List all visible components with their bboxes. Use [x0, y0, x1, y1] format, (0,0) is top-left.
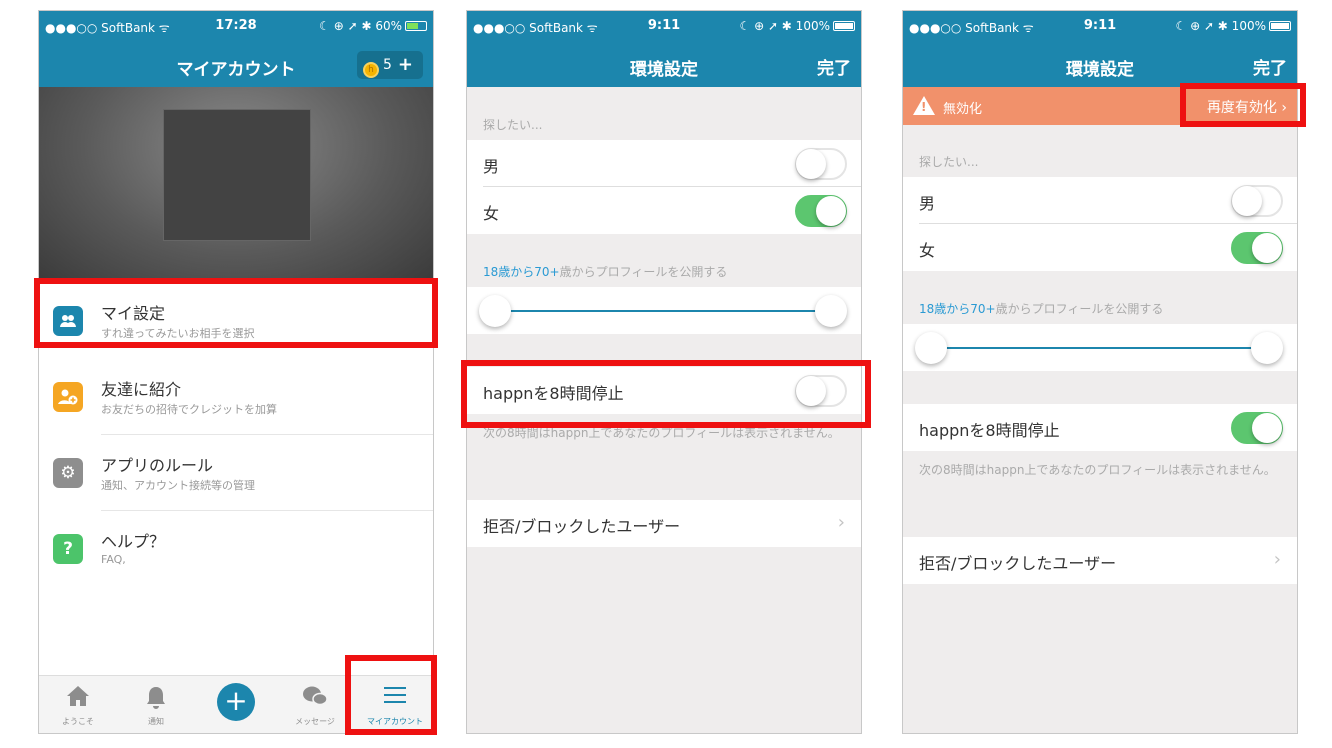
- done-button[interactable]: 完了: [817, 54, 851, 79]
- menu-subtitle: FAQ,: [101, 553, 126, 566]
- age-range-label: 18歳から70+歳からプロフィールを公開する: [483, 265, 728, 279]
- page-title: 環境設定: [1066, 60, 1134, 80]
- status-icons: ☾ ⊕ ➚ ✱ 100%: [740, 19, 855, 33]
- nav-bar: マイアカウント h 5 +: [39, 43, 433, 87]
- male-toggle[interactable]: [1231, 185, 1283, 217]
- menu-title: アプリのルール: [101, 456, 214, 475]
- profile-photo[interactable]: [39, 87, 433, 283]
- tab-notifications[interactable]: 通知: [119, 676, 193, 733]
- row-pause: happnを8時間停止: [903, 404, 1297, 451]
- tab-add[interactable]: +: [201, 676, 271, 733]
- tab-welcome[interactable]: ようこそ: [43, 676, 113, 733]
- seeking-label: 探したい...: [483, 118, 543, 132]
- chevron-right-icon: ›: [1273, 549, 1281, 570]
- menu-item-app-rules[interactable]: ⚙ アプリのルール 通知、アカウント接続等の管理: [39, 435, 433, 511]
- male-label: 男: [483, 157, 500, 176]
- coin-icon: h: [363, 62, 379, 78]
- slider-track: [495, 310, 833, 312]
- tab-label: ようこそ: [62, 717, 94, 726]
- pause-label: happnを8時間停止: [919, 421, 1060, 440]
- slider-track: [931, 347, 1269, 349]
- female-label: 女: [919, 241, 936, 260]
- page-title: 環境設定: [630, 60, 698, 80]
- chevron-right-icon: ›: [837, 512, 845, 533]
- tab-label: 通知: [148, 717, 164, 726]
- status-bar: ●●●○○ SoftBank ᯤ 9:11 ☾ ⊕ ➚ ✱ 100%: [903, 11, 1297, 43]
- age-slider: [903, 324, 1297, 371]
- gear-icon: ⚙: [53, 458, 83, 488]
- pause-toggle[interactable]: [1231, 412, 1283, 444]
- plus-icon: +: [397, 54, 414, 75]
- help-icon: ?: [53, 534, 83, 564]
- menu-subtitle: 通知、アカウント接続等の管理: [101, 479, 255, 492]
- row-male: 男: [903, 177, 1297, 224]
- row-female: 女: [903, 224, 1297, 271]
- slider-max-handle[interactable]: [1251, 332, 1283, 364]
- age-slider: [467, 287, 861, 334]
- nav-bar: 環境設定 完了: [903, 43, 1297, 87]
- warning-icon: !: [913, 96, 935, 115]
- highlight-my-settings: [34, 278, 438, 348]
- seeking-label: 探したい...: [919, 155, 979, 169]
- battery-icon: [1269, 21, 1291, 31]
- female-toggle[interactable]: [1231, 232, 1283, 264]
- menu-title: ヘルプ？: [101, 532, 166, 551]
- female-toggle[interactable]: [795, 195, 847, 227]
- bell-icon: [119, 685, 193, 715]
- add-friend-icon: [53, 382, 83, 412]
- credits-button[interactable]: h 5 +: [357, 51, 423, 79]
- pause-note: 次の8時間はhappn上であなたのプロフィールは表示されません。: [919, 463, 1276, 477]
- status-bar: ●●●○○ SoftBank ᯤ 9:11 ☾ ⊕ ➚ ✱ 100%: [467, 11, 861, 43]
- battery-icon: [833, 21, 855, 31]
- status-icons: ☾ ⊕ ➚ ✱ 60%: [319, 19, 427, 33]
- slider-min-handle[interactable]: [915, 332, 947, 364]
- highlight-pause-row: [461, 360, 871, 428]
- status-icons: ☾ ⊕ ➚ ✱ 100%: [1176, 19, 1291, 33]
- tab-label: メッセージ: [295, 717, 335, 726]
- plus-icon: +: [217, 683, 255, 721]
- row-blocked-users[interactable]: 拒否/ブロックしたユーザー ›: [467, 500, 861, 547]
- row-female: 女: [467, 187, 861, 234]
- screen-my-account: ●●●○○ SoftBank ᯤ 17:28 ☾ ⊕ ➚ ✱ 60% マイアカウ…: [38, 10, 434, 734]
- menu-item-help[interactable]: ? ヘルプ？ FAQ,: [39, 511, 433, 587]
- slider-max-handle[interactable]: [815, 295, 847, 327]
- status-bar: ●●●○○ SoftBank ᯤ 17:28 ☾ ⊕ ➚ ✱ 60%: [39, 11, 433, 43]
- highlight-reactivate: [1180, 83, 1306, 127]
- age-range-label: 18歳から70+歳からプロフィールを公開する: [919, 302, 1164, 316]
- battery-icon: [405, 21, 427, 31]
- highlight-my-account-tab: [345, 655, 437, 735]
- tab-messages[interactable]: メッセージ: [279, 676, 351, 733]
- credit-count: 5: [383, 57, 392, 73]
- row-male: 男: [467, 140, 861, 187]
- disabled-text: 無効化: [943, 102, 983, 117]
- menu-title: 友達に紹介: [101, 380, 182, 399]
- photo-placeholder: [163, 109, 311, 241]
- done-button[interactable]: 完了: [1253, 54, 1287, 79]
- menu-subtitle: お友だちの招待でクレジットを加算: [101, 403, 277, 416]
- nav-bar: 環境設定 完了: [467, 43, 861, 87]
- home-icon: [43, 685, 113, 713]
- blocked-users-label: 拒否/ブロックしたユーザー: [483, 517, 681, 536]
- slider-min-handle[interactable]: [479, 295, 511, 327]
- row-blocked-users[interactable]: 拒否/ブロックしたユーザー ›: [903, 537, 1297, 584]
- chat-icon: [279, 685, 351, 713]
- male-toggle[interactable]: [795, 148, 847, 180]
- female-label: 女: [483, 204, 500, 223]
- menu-item-invite-friends[interactable]: 友達に紹介 お友だちの招待でクレジットを加算: [39, 359, 433, 435]
- blocked-users-label: 拒否/ブロックしたユーザー: [919, 554, 1117, 573]
- male-label: 男: [919, 194, 936, 213]
